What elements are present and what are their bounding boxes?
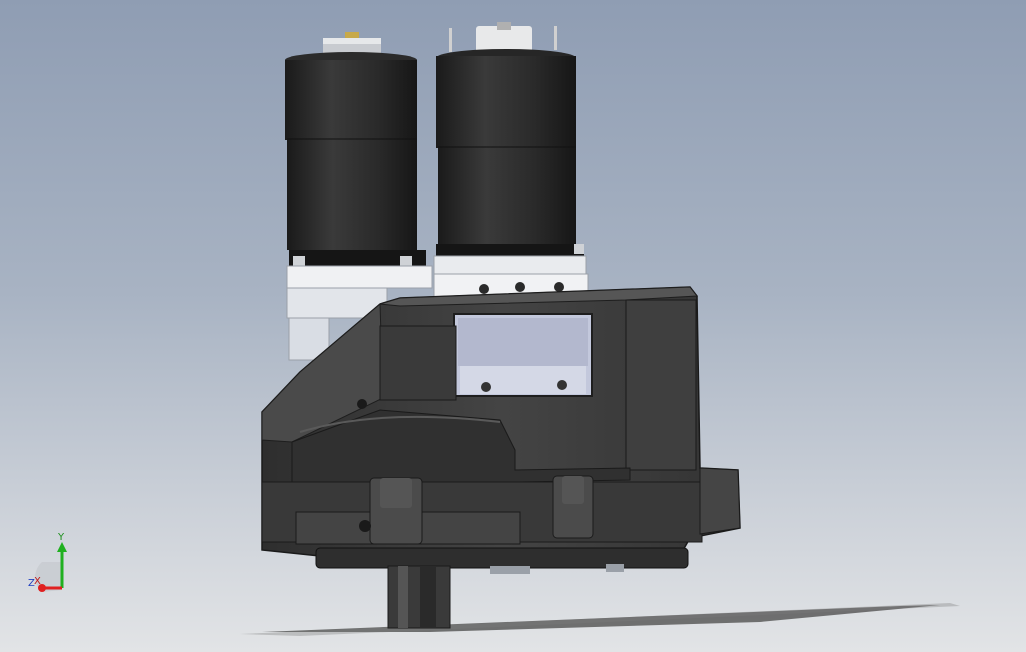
gear-motor-assembly-model[interactable] <box>0 0 1026 652</box>
orientation-triad: Y Z X <box>28 532 67 592</box>
output-shaft[interactable] <box>387 565 451 629</box>
gearbox-housing[interactable] <box>261 286 741 574</box>
right-motor[interactable] <box>433 22 589 299</box>
x-axis-label: X <box>34 576 41 587</box>
y-arrow-icon <box>57 542 67 552</box>
ground-shadow <box>240 603 960 636</box>
y-axis-label: Y <box>57 532 65 543</box>
cad-graphics-area[interactable]: Y Z X <box>0 0 1026 652</box>
